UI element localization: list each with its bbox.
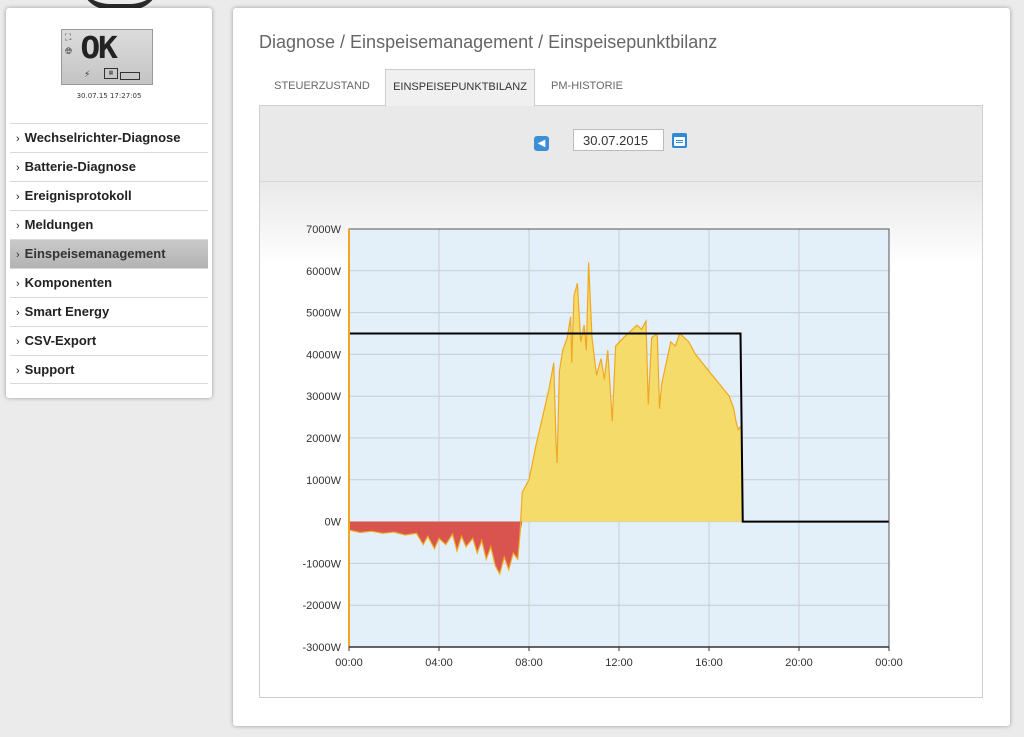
sidebar-item-label: Support [24, 362, 75, 377]
y-tick-label: 4000W [306, 349, 341, 361]
sidebar-item-ereignisprotokoll[interactable]: › Ereignisprotokoll [10, 181, 208, 210]
tab-content: ◀ 7000W6000W5000W4000W3000W2000W1000W0W-… [259, 105, 983, 698]
chevron-right-icon: › [16, 162, 20, 174]
sidebar-item-label: Ereignisprotokoll [24, 188, 132, 203]
power-balance-chart: 7000W 6000W 5000W 4000W 3000W 2000W 1000W 0W -10… [302, 224, 903, 669]
x-tick-label: 04:00 [425, 657, 453, 669]
y-tick-label: 7000W [306, 224, 341, 236]
y-tick-label: 3000W [306, 391, 341, 403]
chevron-right-icon: › [16, 191, 20, 203]
sidebar-item-support[interactable]: › Support [10, 355, 208, 384]
tab-pm-historie[interactable]: PM-HISTORIE [535, 69, 639, 104]
breadcrumb: Diagnose / Einspeisemanagement / Einspei… [259, 32, 718, 52]
sidebar-item-label: Wechselrichter-Diagnose [24, 130, 181, 145]
chevron-right-icon: › [16, 336, 20, 348]
chart-icon: ⛶ [65, 33, 72, 43]
sidebar-item-csv-export[interactable]: › CSV-Export [10, 326, 208, 355]
y-tick-label: -3000W [302, 642, 341, 654]
y-tick-label: 2000W [306, 433, 341, 445]
sidebar: ⛶ 🌐︎ OK ⚡︎ ▦ 30.07.15 17:27:05 › Wechselr… [6, 8, 212, 398]
grid-flow-icon: ⚡︎ [84, 70, 91, 80]
y-tick-label: 6000W [306, 266, 341, 278]
sidebar-menu: › Wechselrichter-Diagnose › Batterie-Diagn… [10, 123, 208, 384]
x-tick-label: 16:00 [695, 657, 723, 669]
x-tick-label: 08:00 [515, 657, 543, 669]
device-status-display: ⛶ 🌐︎ OK ⚡︎ ▦ [61, 29, 153, 85]
chevron-right-icon: › [16, 220, 20, 232]
y-tick-label: -1000W [302, 558, 341, 570]
meter-icon: ▦ [104, 68, 118, 79]
chevron-right-icon: › [16, 307, 20, 319]
chevron-right-icon: › [16, 133, 20, 145]
sidebar-item-label: Smart Energy [24, 304, 110, 319]
sidebar-item-label: Einspeisemanagement [24, 246, 166, 261]
y-tick-label: 0W [325, 517, 342, 529]
x-tick-label: 00:00 [875, 657, 903, 669]
sidebar-item-label: CSV-Export [24, 333, 97, 348]
tab-steuerzustand[interactable]: STEUERZUSTAND [259, 69, 385, 104]
device-datetime: 30.07.15 17:27:05 [76, 92, 142, 100]
sidebar-item-label: Komponenten [24, 275, 113, 290]
sidebar-item-label: Batterie-Diagnose [24, 159, 136, 174]
chevron-right-icon: › [16, 278, 20, 290]
x-tick-label: 12:00 [605, 657, 633, 669]
x-tick-label: 20:00 [785, 657, 813, 669]
tab-einspeisepunktbilanz[interactable]: EINSPEISEPUNKTBILANZ [385, 69, 535, 106]
sidebar-item-meldungen[interactable]: › Meldungen [10, 210, 208, 239]
x-tick-label: 00:00 [335, 657, 363, 669]
y-tick-label: 1000W [306, 475, 341, 487]
main-panel: Diagnose / Einspeisemanagement / Einspei… [233, 8, 1010, 726]
chevron-right-icon: › [16, 249, 20, 261]
y-tick-label: 5000W [306, 308, 341, 320]
chevron-right-icon: › [16, 365, 20, 377]
sidebar-item-batterie-diagnose[interactable]: › Batterie-Diagnose [10, 152, 208, 181]
sidebar-item-label: Meldungen [24, 217, 94, 232]
sidebar-item-wechselrichter-diagnose[interactable]: › Wechselrichter-Diagnose [10, 123, 208, 152]
battery-icon [120, 72, 140, 80]
sidebar-item-smart-energy[interactable]: › Smart Energy [10, 297, 208, 326]
y-tick-label: -2000W [302, 600, 341, 612]
sidebar-item-komponenten[interactable]: › Komponenten [10, 268, 208, 297]
status-ok-text: OK [80, 31, 118, 66]
sidebar-item-einspeisemanagement[interactable]: › Einspeisemanagement [10, 239, 208, 268]
globe-icon: 🌐︎ [65, 47, 73, 57]
